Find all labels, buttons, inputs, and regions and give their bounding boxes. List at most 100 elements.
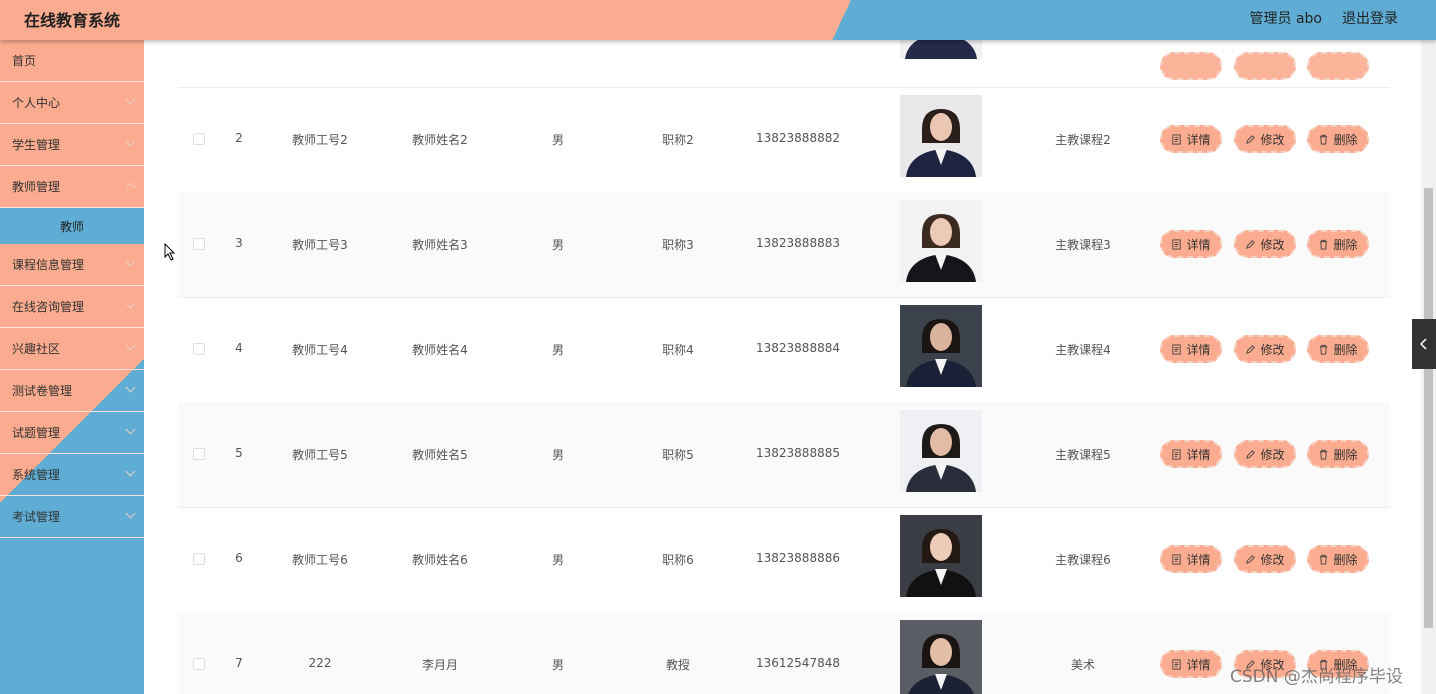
row-index: 4 [235,341,243,355]
teacher-course: 主教课程4 [1055,343,1111,357]
sidebar-item-questions[interactable]: 试题管理 [0,412,144,454]
trash-icon [1318,449,1329,460]
row-index: 5 [235,446,243,460]
teacher-photo [900,200,982,282]
document-icon [1171,448,1182,460]
chevron-down-icon [125,466,136,477]
teacher-course: 主教课程5 [1055,448,1111,462]
sidebar-item-label: 测试卷管理 [12,384,73,398]
teacher-course: 主教课程6 [1055,553,1111,567]
edit-button[interactable]: 修改 [1234,230,1296,258]
delete-button-label: 删除 [1333,447,1358,462]
teacher-name: 李月月 [421,658,458,672]
sidebar-item-home[interactable]: 首页 [0,40,144,82]
delete-button[interactable]: 删除 [1307,440,1369,468]
teacher-title: 职称2 [662,133,694,147]
teacher-title: 职称6 [662,553,694,567]
row-index: 3 [235,236,243,250]
teacher-name: 教师姓名4 [412,343,468,357]
row-checkbox[interactable] [193,658,205,670]
chevron-down-icon [125,298,136,309]
chevron-down-icon [125,94,136,105]
detail-button-label: 详情 [1186,552,1211,567]
edit-button[interactable]: 修改 [1234,440,1296,468]
delete-button[interactable]: 删除 [1307,335,1369,363]
teacher-name: 教师姓名5 [412,448,468,462]
scrollbar-thumb[interactable] [1424,188,1433,628]
teacher-phone: 13823888886 [756,551,840,565]
teacher-phone: 13823888884 [756,341,840,355]
edit-button[interactable]: 修改 [1234,335,1296,363]
sidebar-item-profile[interactable]: 个人中心 [0,82,144,124]
current-user[interactable]: 管理员 abo [1250,8,1322,28]
chevron-left-icon [1419,338,1427,350]
teacher-gender: 男 [551,658,564,672]
logout-link[interactable]: 退出登录 [1342,8,1398,28]
teacher-work-no: 教师工号6 [292,553,348,567]
table-row [178,40,1390,88]
row-checkbox[interactable] [193,343,205,355]
delete-button[interactable] [1307,52,1369,80]
row-checkbox[interactable] [193,133,205,145]
row-index: 7 [235,656,243,670]
sidebar-item-label: 试题管理 [12,426,61,440]
teacher-name: 教师姓名6 [412,553,468,567]
edit-button-label: 修改 [1260,237,1285,252]
detail-button[interactable]: 详情 [1160,230,1222,258]
detail-button[interactable]: 详情 [1160,440,1222,468]
pencil-icon [1245,134,1256,145]
teacher-work-no: 教师工号2 [292,133,348,147]
edit-button[interactable]: 修改 [1234,125,1296,153]
detail-button-label: 详情 [1186,657,1211,672]
sidebar-item-community[interactable]: 兴趣社区 [0,328,144,370]
teacher-photo [900,95,982,177]
edit-button[interactable]: 修改 [1234,545,1296,573]
sidebar-item-teachers[interactable]: 教师管理 [0,166,144,208]
sidebar: 首页 个人中心 学生管理 教师管理 教师 课程信息管理 在线咨询管理 兴趣社区 … [0,40,144,694]
table-row: 3 教师工号3 教师姓名3 男 职称3 13823888883 主教课程3 详情 [178,192,1390,298]
sidebar-item-label: 考试管理 [12,510,61,524]
sidebar-item-exams[interactable]: 考试管理 [0,496,144,538]
trash-icon [1318,134,1329,145]
document-icon [1171,553,1182,565]
delete-button[interactable]: 删除 [1307,125,1369,153]
sidebar-item-courses[interactable]: 课程信息管理 [0,244,144,286]
row-checkbox[interactable] [193,448,205,460]
teacher-phone: 13823888882 [756,131,840,145]
detail-button[interactable]: 详情 [1160,335,1222,363]
sidebar-item-consult[interactable]: 在线咨询管理 [0,286,144,328]
chevron-up-icon [125,182,136,193]
top-header: 在线教育系统 管理员 abo 退出登录 [0,0,1436,40]
teacher-work-no: 教师工号3 [292,238,348,252]
edit-button-label: 修改 [1260,552,1285,567]
detail-button[interactable] [1160,52,1222,80]
chevron-down-icon [125,136,136,147]
pencil-icon [1245,554,1256,565]
detail-button-label: 详情 [1186,342,1211,357]
watermark: CSDN @杰尚程序毕设 [1230,667,1403,687]
document-icon [1171,343,1182,355]
sidebar-item-students[interactable]: 学生管理 [0,124,144,166]
edit-button-label: 修改 [1260,132,1285,147]
delete-button-label: 删除 [1333,552,1358,567]
teacher-photo [900,620,982,694]
row-checkbox[interactable] [193,553,205,565]
teacher-name: 教师姓名3 [412,238,468,252]
detail-button[interactable]: 详情 [1160,545,1222,573]
sidebar-item-papers[interactable]: 测试卷管理 [0,370,144,412]
detail-button[interactable]: 详情 [1160,650,1222,678]
teacher-photo [900,40,982,59]
trash-icon [1318,239,1329,250]
sidebar-item-label: 首页 [12,54,37,68]
edit-button[interactable] [1234,52,1296,80]
teacher-title: 职称5 [662,448,694,462]
sidebar-item-system[interactable]: 系统管理 [0,454,144,496]
trash-icon [1318,344,1329,355]
collapse-panel-button[interactable] [1412,319,1436,369]
teacher-gender: 男 [551,343,564,357]
sidebar-subitem-teacher[interactable]: 教师 [0,208,144,244]
row-checkbox[interactable] [193,238,205,250]
delete-button[interactable]: 删除 [1307,545,1369,573]
detail-button[interactable]: 详情 [1160,125,1222,153]
delete-button[interactable]: 删除 [1307,230,1369,258]
